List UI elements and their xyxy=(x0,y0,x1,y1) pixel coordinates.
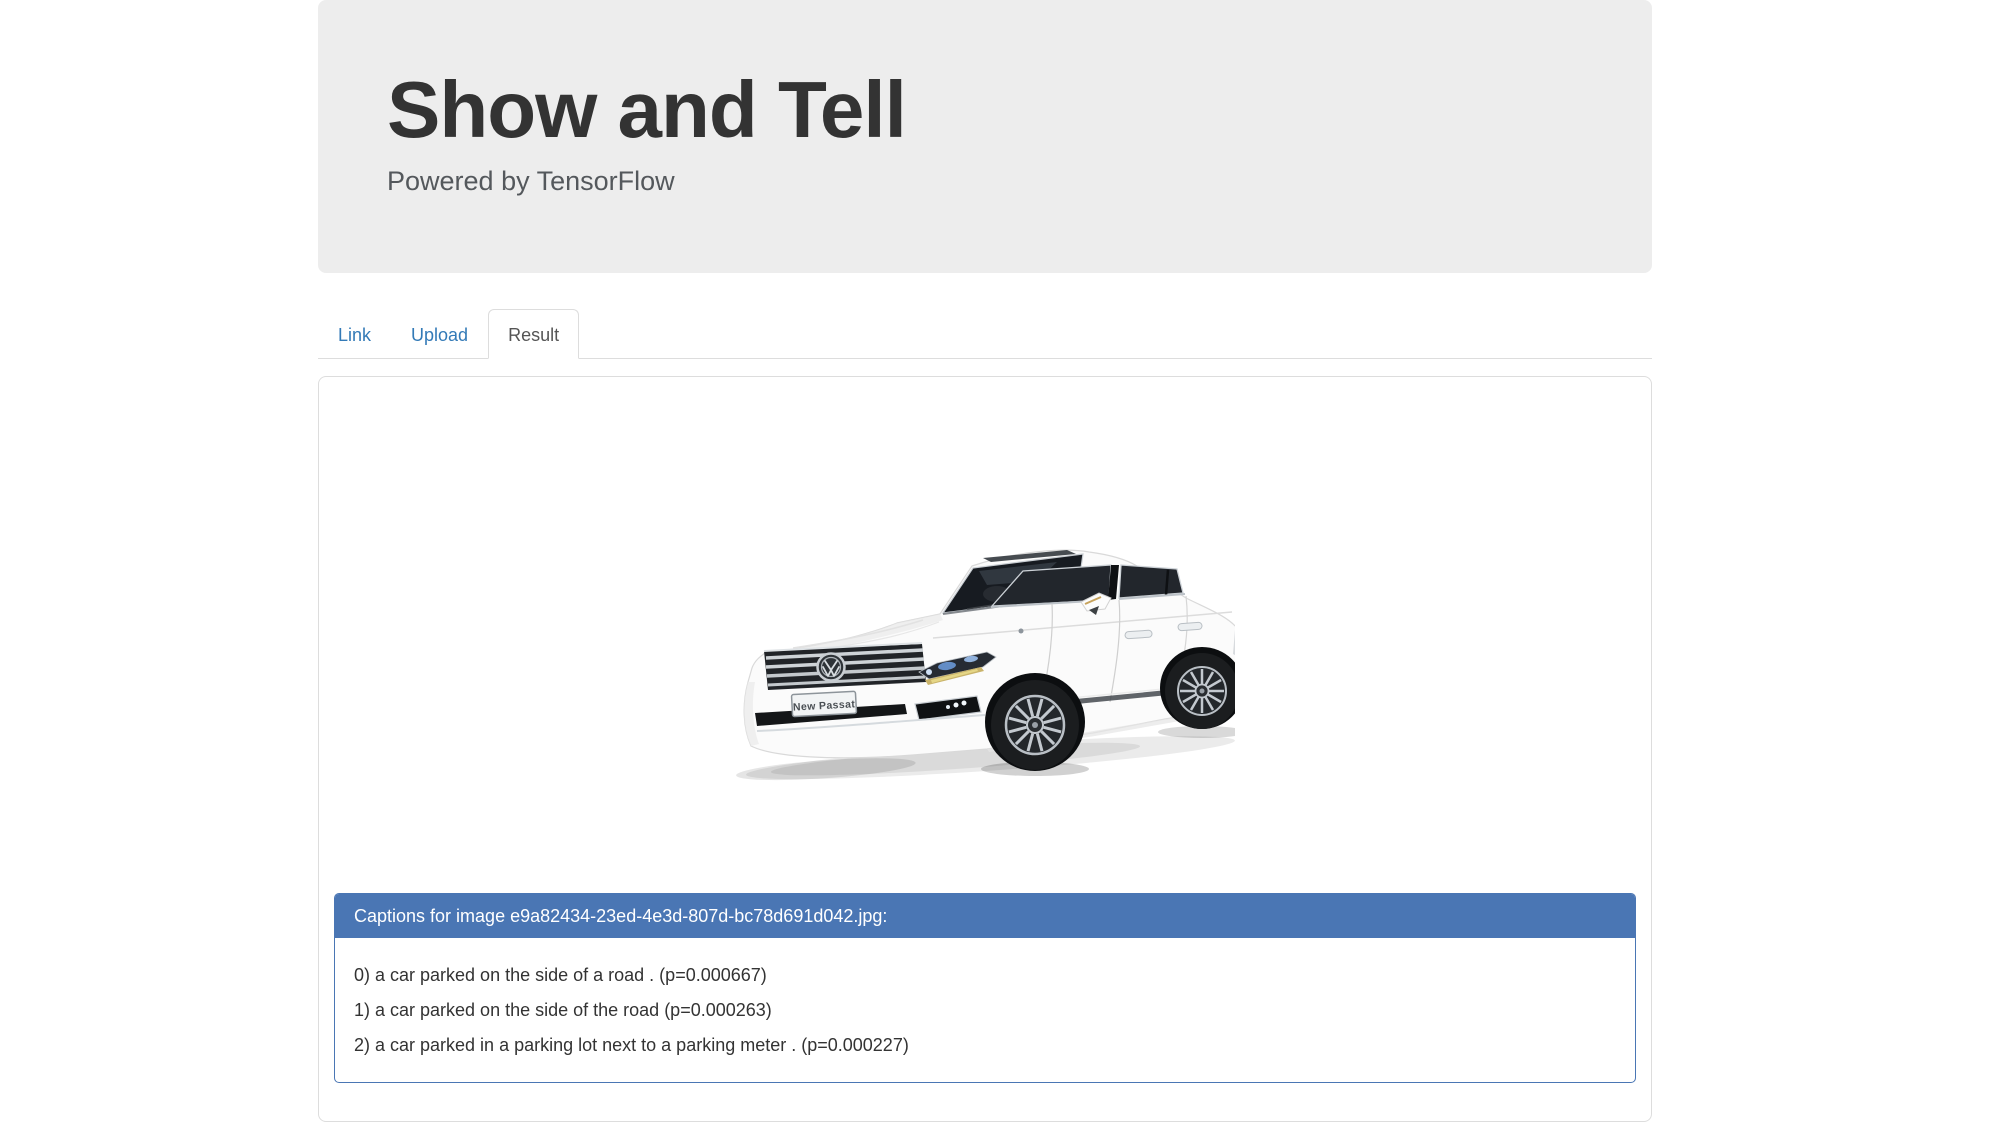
page-title: Show and Tell xyxy=(387,65,907,154)
tab-upload[interactable]: Upload xyxy=(391,309,488,359)
caption-line-1: 1) a car parked on the side of the road … xyxy=(354,1000,772,1020)
car-image: New Passat xyxy=(736,549,1235,781)
front-wheel xyxy=(985,673,1085,771)
captions-list: 0) a car parked on the side of a road . … xyxy=(335,938,1635,1082)
page: Show and Tell Powered by TensorFlow Link… xyxy=(0,0,2000,1135)
vw-badge-icon xyxy=(816,652,846,682)
caption-line-2: 2) a car parked in a parking lot next to… xyxy=(354,1035,909,1055)
tab-result[interactable]: Result xyxy=(488,309,580,359)
captions-panel: Captions for image e9a82434-23ed-4e3d-80… xyxy=(334,893,1636,1083)
captions-panel-heading: Captions for image e9a82434-23ed-4e3d-80… xyxy=(335,894,1635,938)
tab-bar: Link Upload Result xyxy=(318,308,1652,359)
page-subtitle: Powered by TensorFlow xyxy=(387,166,675,196)
result-pane: New Passat Captions for image e9a82434-2… xyxy=(318,376,1652,1122)
container: Show and Tell Powered by TensorFlow Link… xyxy=(318,0,1652,1122)
license-plate: New Passat xyxy=(790,690,858,718)
jumbotron-header: Show and Tell Powered by TensorFlow xyxy=(318,0,1652,273)
caption-line-0: 0) a car parked on the side of a road . … xyxy=(354,965,767,985)
tab-link[interactable]: Link xyxy=(318,309,391,359)
